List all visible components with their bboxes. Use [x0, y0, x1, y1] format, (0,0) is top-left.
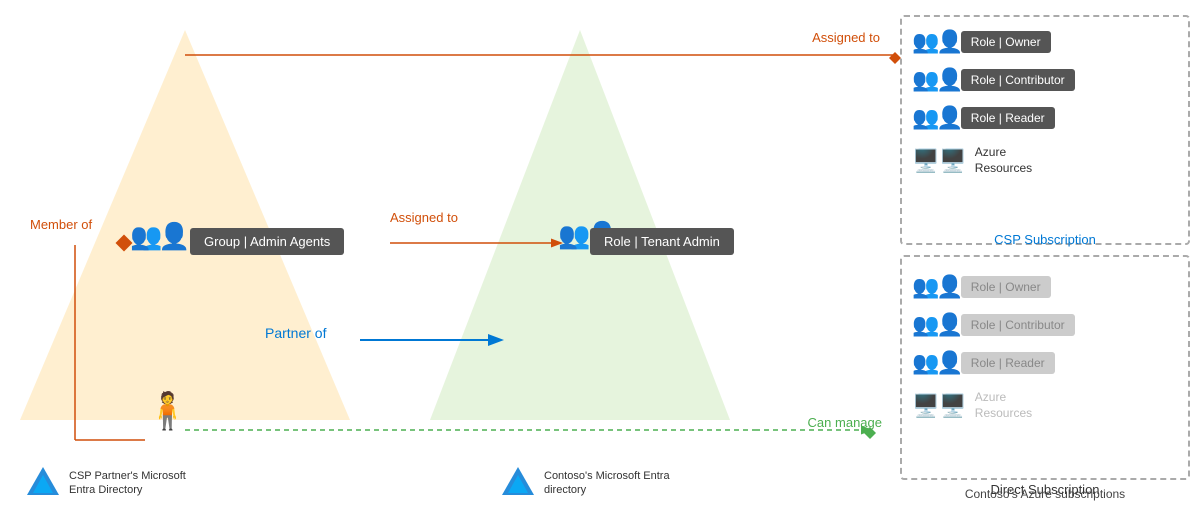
member-of-label: Member of	[30, 217, 92, 232]
csp-subscription-title: CSP Subscription	[900, 232, 1190, 247]
role-reader-label: Role | Reader	[961, 107, 1055, 129]
group-admin-agents-label: Group | Admin Agents	[190, 228, 344, 255]
tenant-admin-label: Role | Tenant Admin	[590, 228, 734, 255]
role-reader-people-icon: 👥👤	[912, 105, 961, 131]
direct-role-owner-label: Role | Owner	[961, 276, 1051, 298]
csp-partner-directory-label: CSP Partner's Microsoft Entra Directory	[69, 469, 209, 498]
contoso-subscriptions-label: Contoso's Azure subscriptions	[900, 487, 1190, 501]
role-owner-people-icon: 👥👤	[912, 29, 961, 55]
role-contributor-people-icon: 👥👤	[912, 67, 961, 93]
can-manage-label: Can manage	[808, 415, 882, 430]
direct-role-owner-people-icon: 👥👤	[912, 274, 961, 300]
azure-resources-direct-label: AzureResources	[975, 390, 1032, 421]
direct-role-reader-label: Role | Reader	[961, 352, 1055, 374]
diagram-container: Member of 👥👤 Group | Admin Agents Assign…	[0, 0, 1200, 509]
csp-subscription-box: 👥👤 Role | Owner 👥👤 Role | Contributor 👥👤…	[900, 15, 1190, 245]
contoso-directory-label: Contoso's Microsoft Entra directory	[544, 469, 684, 498]
direct-role-contributor-row: 👥👤 Role | Contributor	[912, 312, 1178, 338]
contoso-azure-logo	[500, 465, 536, 501]
contoso-logo-area: Contoso's Microsoft Entra directory	[500, 465, 684, 501]
direct-role-owner-row: 👥👤 Role | Owner	[912, 274, 1178, 300]
person-bottom-icon: 🧍	[145, 390, 190, 432]
role-reader-row: 👥👤 Role | Reader	[912, 105, 1178, 131]
direct-subscription-box: 👥👤 Role | Owner 👥👤 Role | Contributor 👥👤…	[900, 255, 1190, 480]
direct-role-reader-people-icon: 👥👤	[912, 350, 961, 376]
direct-role-reader-row: 👥👤 Role | Reader	[912, 350, 1178, 376]
role-owner-label: Role | Owner	[961, 31, 1051, 53]
csp-partner-logo-area: CSP Partner's Microsoft Entra Directory	[25, 465, 209, 501]
azure-resources-direct-icon: 🖥️🖥️	[912, 393, 967, 419]
role-contributor-label: Role | Contributor	[961, 69, 1075, 91]
csp-azure-logo	[25, 465, 61, 501]
azure-resources-csp-label: AzureResources	[975, 145, 1032, 176]
member-of-diamond	[118, 237, 130, 252]
role-owner-row: 👥👤 Role | Owner	[912, 29, 1178, 55]
role-contributor-row: 👥👤 Role | Contributor	[912, 67, 1178, 93]
assigned-to-mid-label: Assigned to	[390, 210, 458, 225]
azure-resources-csp-icon: 🖥️🖥️	[912, 148, 967, 174]
partner-of-label: Partner of	[265, 325, 326, 341]
direct-role-contributor-people-icon: 👥👤	[912, 312, 961, 338]
assigned-to-top-label: Assigned to	[812, 30, 880, 45]
admin-agents-people-icon: 👥👤	[130, 220, 187, 252]
azure-resources-direct: 🖥️🖥️ AzureResources	[912, 390, 1178, 421]
direct-role-contributor-label: Role | Contributor	[961, 314, 1075, 336]
azure-resources-csp: 🖥️🖥️ AzureResources	[912, 145, 1178, 176]
